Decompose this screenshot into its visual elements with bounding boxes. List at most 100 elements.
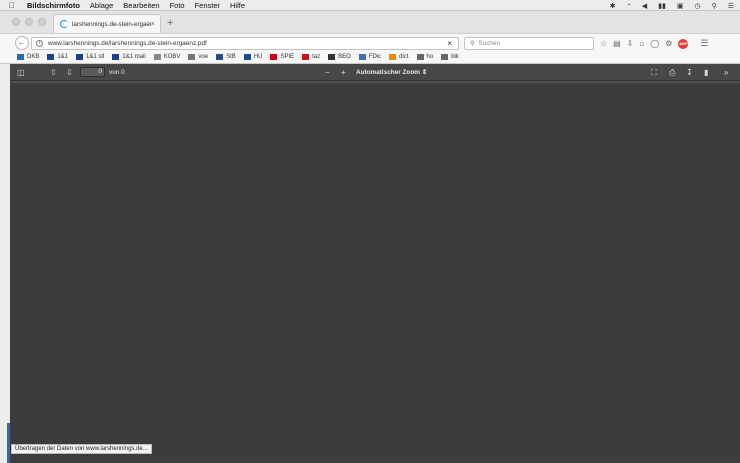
bookmark-item[interactable]: ho [416,54,434,60]
dash-icon [188,54,196,60]
bookmark-item[interactable]: KOBV [153,54,181,60]
tab-active[interactable]: larshennings.de-stein-ergaenz × [53,14,161,33]
back-button[interactable]: ← [15,36,29,50]
bookmark-label: KOBV [163,54,181,60]
bookmarks-toolbar: DKB 1&1 1&1 stl 1&1 mail KOBV voe StB HU SPIE taz… [0,51,740,64]
bookmark-item[interactable]: FDic [358,54,382,60]
url-text[interactable]: www.larshennings.de/larshennings.de-stei… [48,40,447,47]
bookmark-label: dict [399,54,409,60]
bookmark-label: 1&1 stl [86,54,105,60]
dict-icon [389,54,397,60]
viewer-top-shadow [10,81,740,84]
hamburger-menu-icon[interactable]: ☰ [700,38,708,49]
save-icon[interactable]: ↧ [686,67,693,78]
bookmark-star-icon[interactable]: ☆ [600,39,607,48]
loading-spinner-icon [60,20,68,28]
download-icon[interactable]: ⇩ [627,39,634,48]
next-page-icon[interactable]: ⇩ [66,67,73,78]
browser-window: larshennings.de-stein-ergaenz × + ← i ww… [0,11,740,463]
new-tab-button[interactable]: + [167,16,173,30]
print-icon[interactable]: ⎙ [669,67,675,78]
bookmark-item[interactable]: SPIE [270,54,294,60]
bookmark-item[interactable]: 1&1 [47,54,68,60]
volume-icon[interactable]: ◀ [642,2,647,10]
search-bar[interactable]: ⚲ Suchen [464,37,594,50]
bookmark-label: 1&1 [57,54,69,60]
spotlight-icon[interactable]: ⚲ [712,2,717,10]
pdf-viewer-area[interactable] [10,81,740,455]
zoom-select[interactable]: Automatischer Zoom ⇕ [356,67,427,78]
page-number-input[interactable]: 0 [80,67,105,77]
bookmark-item[interactable]: voe [188,54,208,60]
1und1-icon [112,54,120,60]
tab-bar: larshennings.de-stein-ergaenz × + [0,11,740,33]
minimize-window-button[interactable] [25,18,33,26]
bookmark-item[interactable]: DKB [17,54,39,60]
bookmark-label: taz [312,54,321,60]
gear-icon [441,54,449,60]
menu-ablage[interactable]: Ablage [90,1,113,10]
bookmark-item[interactable]: BEO [328,54,351,60]
tab-close-icon[interactable]: × [151,21,155,28]
page-count: von 0 [109,69,125,76]
bookmark-item[interactable]: taz [302,54,320,60]
1und1-icon [47,54,55,60]
zoom-select-label: Automatischer Zoom [356,69,420,76]
bookmarks-list-icon[interactable]: ▤ [613,39,621,48]
menu-fenster[interactable]: Fenster [195,1,220,10]
menu-hilfe[interactable]: Hilfe [230,1,245,10]
spiegel-icon [270,54,278,60]
beo-icon [328,54,336,60]
1und1-icon [76,54,84,60]
sync-icon[interactable]: ⚙ [665,39,672,48]
bookmark-item[interactable]: HU [243,54,263,60]
menu-bearbeiten[interactable]: Bearbeiten [123,1,159,10]
stop-loading-icon[interactable]: × [447,39,452,48]
bookmark-item[interactable]: 1&1 stl [76,54,104,60]
bookmark-item[interactable]: dict [389,54,409,60]
bookmark-item[interactable]: 1&1 mail [112,54,146,60]
navigation-bar: ← i www.larshennings.de/larshennings.de-… [0,33,740,51]
bluetooth-icon[interactable]: ✱ [610,2,616,10]
bookmark-label: voe [198,54,209,60]
site-info-icon[interactable]: i [36,40,43,47]
window-controls [12,18,46,26]
bookmark-item[interactable]: bik [441,54,459,60]
apple-menu-icon[interactable]:  [9,1,19,10]
bookmark-label: BEO [338,54,351,60]
wifi-icon[interactable]: ◔ [627,2,631,9]
pocket-icon[interactable]: ◯ [650,39,659,48]
time-machine-icon[interactable]: ◷ [694,2,700,10]
bookmark-view-icon[interactable]: ▮ [704,67,708,78]
battery-icon[interactable]: ▮▮ [658,2,666,10]
bookmark-label: ho [426,54,434,60]
bookmark-label: HU [253,54,263,60]
sidebar-edge [0,64,10,463]
search-icon: ⚲ [470,41,475,47]
url-bar[interactable]: i www.larshennings.de/larshennings.de-st… [31,37,459,50]
bookmark-item[interactable]: StB [216,54,236,60]
zoom-out-button[interactable]: − [325,67,330,78]
previous-page-icon[interactable]: ⇧ [50,67,57,78]
bookmark-label: FDic [368,54,382,60]
zoom-window-button[interactable] [38,18,46,26]
bookmark-label: DKB [27,54,40,60]
zoom-in-button[interactable]: + [341,67,346,78]
display-icon[interactable]: ▣ [677,2,684,10]
presentation-mode-icon[interactable]: ⛶ [651,67,657,78]
bookmark-label: bik [451,54,459,60]
home-icon[interactable]: ⌂ [639,39,644,48]
close-window-button[interactable] [12,18,20,26]
bookmark-label: 1&1 mail [122,54,146,60]
notification-center-icon[interactable]: ☰ [728,2,734,10]
ho-icon [416,54,424,60]
pdf-toolbar: ◫ ⇧ ⇩ 0 von 0 − + Automatischer Zoom ⇕ ⛶… [10,64,740,81]
adblock-plus-icon[interactable]: ABP [678,38,689,49]
tools-menu-icon[interactable]: » [724,67,728,78]
search-input[interactable]: Suchen [478,40,500,47]
taz-icon [302,54,310,60]
sidebar-toggle-icon[interactable]: ◫ [17,67,25,78]
zoom-select-arrow-icon: ⇕ [421,69,428,76]
menu-foto[interactable]: Foto [170,1,185,10]
app-menu[interactable]: Bildschirmfoto [27,1,80,10]
